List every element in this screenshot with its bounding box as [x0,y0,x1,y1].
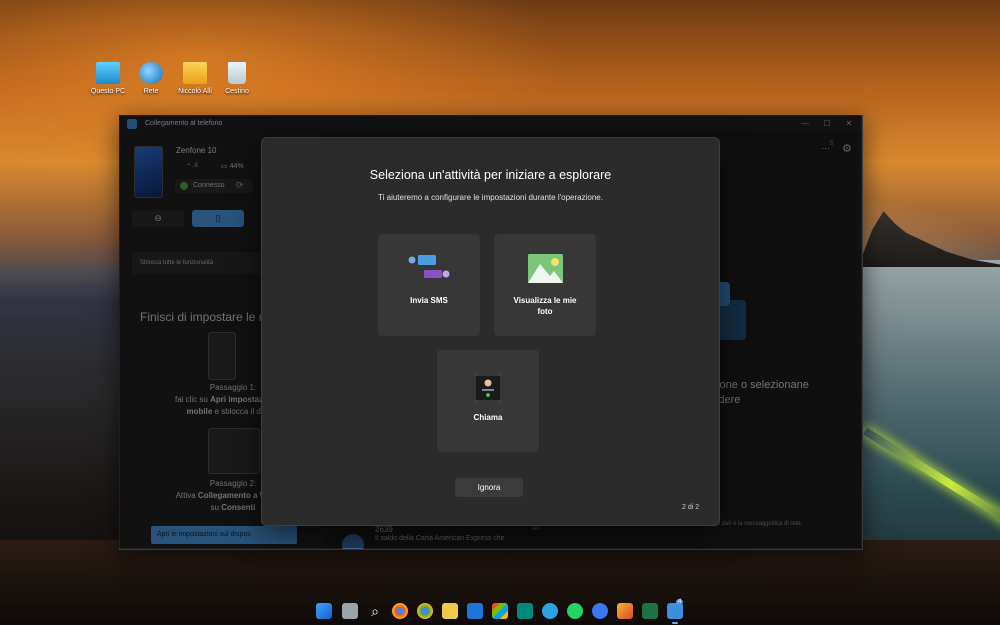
messages-icon [408,255,450,278]
dialog-subtitle: Ti aiuteremo a configurare le impostazio… [378,193,603,202]
view-photos-card[interactable]: Visualizza le mie foto [494,234,596,336]
chrome-icon[interactable] [417,603,433,619]
computer-icon [96,62,120,84]
chrome-icon[interactable] [392,603,408,619]
page-indicator: 2 di 2 [682,504,700,511]
whatsapp-icon[interactable] [567,603,583,619]
send-sms-card[interactable]: Invia SMS [378,234,480,336]
taskbar: ⌕ 4 [0,599,1000,625]
file-explorer-icon[interactable] [442,603,458,619]
meet-icon[interactable] [517,603,533,619]
winamp-icon[interactable] [617,603,633,619]
recycle-bin-icon [228,62,246,84]
desktop-icon-network[interactable]: Rete [128,62,174,95]
store-icon[interactable] [492,603,508,619]
desktop-icon-this-pc[interactable]: Questo PC [85,62,131,95]
send-sms-label: Invia SMS [410,296,448,305]
desktop-icon-label: Questo PC [90,88,126,95]
call-label: Chiama [473,413,503,422]
call-card[interactable]: Chiama [437,350,539,452]
desktop-icon-recycle-bin[interactable]: Cestino [214,62,260,95]
dialog-title: Seleziona un'attività per iniziare a esp… [369,168,612,182]
view-photos-label: Visualizza le mie foto [494,295,596,317]
network-icon [139,62,163,84]
desktop-icon-user-folder[interactable]: Niccolò Alli [172,62,218,95]
phone-link-icon[interactable]: 4 [667,599,684,624]
trello-icon[interactable] [467,603,483,619]
phone-link-badge: 4 [676,599,684,605]
desktop-icon-label: Rete [143,88,159,95]
telegram-icon[interactable] [542,603,558,619]
search-icon[interactable]: ⌕ [367,603,383,619]
excel-icon[interactable] [642,603,658,619]
call-icon [475,375,501,401]
skip-button[interactable]: Ignora [455,478,523,497]
file-manager-icon[interactable] [342,603,358,619]
desktop-icon-label: Cestino [225,88,249,95]
desktop-icon-label: Niccolò Alli [178,88,212,95]
view-photos-label-line2: foto [537,307,553,316]
start-icon[interactable] [316,603,332,619]
signal-icon[interactable] [592,603,608,619]
photos-icon [528,254,563,283]
view-photos-label-line1: Visualizza le mie [513,296,577,305]
onboarding-dialog: Seleziona un'attività per iniziare a esp… [261,137,720,526]
user-folder-icon [183,62,207,84]
